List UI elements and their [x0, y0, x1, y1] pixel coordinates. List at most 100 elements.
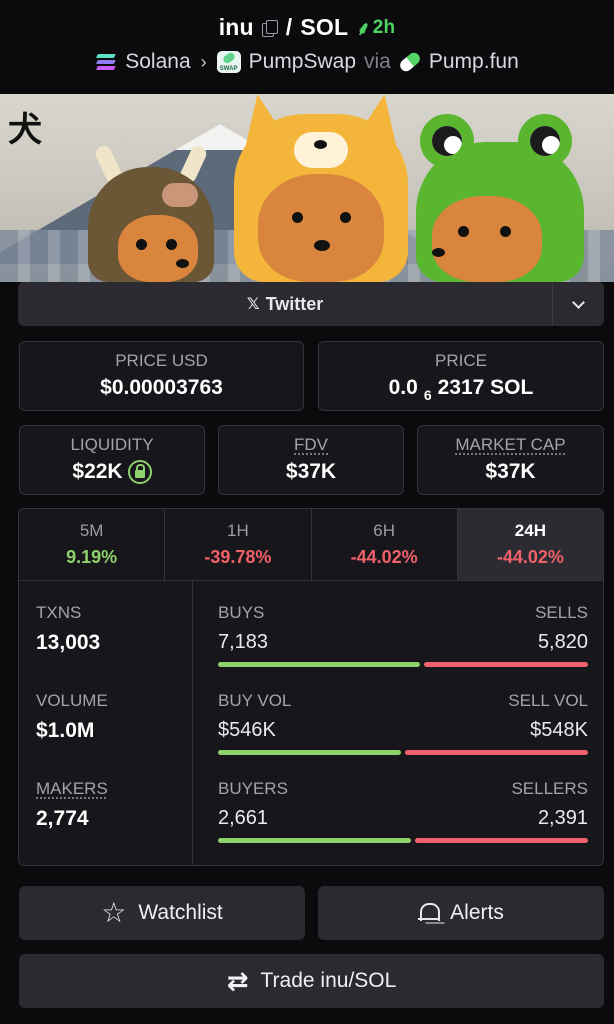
alerts-label: Alerts — [450, 901, 504, 924]
solana-icon — [95, 54, 117, 70]
twitter-button[interactable]: 𝕏 Twitter — [18, 282, 552, 326]
sell-vol-label: SELL VOL — [508, 691, 588, 710]
sellers-value: 2,391 — [537, 807, 588, 829]
trade-button[interactable]: ⇄ Trade inu/SOL — [19, 954, 604, 1008]
tab-5m-change: 9.19% — [66, 547, 118, 567]
frog-hood-dog — [416, 104, 584, 282]
makers-metric: MAKERS 2,774 — [36, 779, 108, 831]
tab-1h-label: 1H — [227, 521, 249, 540]
token-banner: 犬 — [0, 94, 614, 282]
market-cap-card: MARKET CAP $37K — [417, 425, 604, 495]
txns-value: 13,003 — [36, 631, 101, 654]
trade-label: Trade inu/SOL — [260, 969, 397, 992]
pair-age: ⸙ 2h — [356, 15, 395, 41]
sells-value: 5,820 — [537, 631, 588, 653]
dex-link[interactable]: PumpSwap — [249, 50, 356, 74]
tab-5m[interactable]: 5M 9.19% — [19, 509, 166, 580]
sellers-label: SELLERS — [511, 779, 588, 798]
buy-vol-bar-segment — [218, 750, 401, 755]
pair-age-value: 2h — [372, 16, 396, 38]
buyers-bar-segment — [218, 838, 411, 843]
timeframe-tabs: 5M 9.19% 1H -39.78% 6H -44.02% 24H -44.0… — [19, 509, 603, 581]
watchlist-label: Watchlist — [138, 901, 223, 924]
alerts-button[interactable]: Alerts — [318, 886, 604, 940]
price-usd-label: PRICE USD — [115, 351, 208, 370]
twitter-label: Twitter — [265, 293, 324, 314]
price-sol-prefix: 0.0 — [388, 376, 418, 399]
price-usd-card: PRICE USD $0.00003763 — [19, 341, 304, 411]
fdv-card: FDV $37K — [218, 425, 404, 495]
token-symbol: inu — [218, 14, 254, 40]
tab-24h-change: -44.02% — [496, 547, 564, 567]
sells-bar-segment — [424, 662, 588, 667]
banner-kanji: 犬 — [8, 110, 42, 150]
sprout-icon: ⸙ — [356, 18, 371, 40]
liquidity-value-row: $22K — [20, 460, 204, 484]
socials-dropdown-button[interactable] — [552, 282, 604, 326]
quote-symbol: SOL — [300, 14, 349, 40]
buyers-label: BUYERS — [218, 779, 288, 798]
buy-vol-value: $546K — [218, 719, 276, 741]
buys-label: BUYS — [218, 603, 265, 622]
launchpad-link[interactable]: Pump.fun — [429, 50, 519, 74]
tab-24h-label: 24H — [514, 521, 546, 540]
fdv-label[interactable]: FDV — [294, 435, 328, 454]
buyers-ratio-bar — [218, 838, 588, 843]
makers-value: 2,774 — [36, 807, 89, 830]
tab-1h-change: -39.78% — [204, 547, 272, 567]
buys-bar-segment — [218, 662, 421, 667]
sellers-bar-segment — [414, 838, 588, 843]
watchlist-button[interactable]: ☆ Watchlist — [19, 886, 305, 940]
tab-6h[interactable]: 6H -44.02% — [312, 509, 458, 580]
pair-title: inu / SOL ⸙ 2h — [0, 14, 614, 41]
bell-icon — [418, 902, 441, 924]
chevron-right-icon: › — [200, 51, 207, 72]
lock-icon[interactable] — [127, 460, 152, 484]
volume-metric: VOLUME $1.0M — [36, 691, 108, 743]
twitter-link-bar: 𝕏 Twitter — [18, 282, 604, 326]
via-label: via — [364, 50, 391, 73]
makers-label[interactable]: MAKERS — [36, 779, 108, 798]
sells-label: SELLS — [535, 603, 588, 622]
tab-24h[interactable]: 24H -44.02% — [457, 509, 603, 580]
volume-label: VOLUME — [36, 691, 108, 710]
tab-6h-label: 6H — [373, 521, 395, 540]
star-icon: ☆ — [101, 897, 127, 928]
buyers-sellers-row: BUYERS SELLERS 2,661 2,391 — [218, 779, 588, 843]
pair-source: Solana › PumpSwap via Pump.fun — [0, 50, 614, 74]
volume-split-row: BUY VOL SELL VOL $546K $548K — [218, 691, 588, 755]
chain-link[interactable]: Solana — [125, 50, 190, 74]
ox-hood-dog — [88, 137, 214, 282]
tab-6h-change: -44.02% — [350, 547, 418, 567]
sell-vol-value: $548K — [530, 719, 588, 741]
copy-icon[interactable] — [261, 19, 278, 37]
pair-header: inu / SOL ⸙2h Solana › PumpSwap via Pump… — [0, 0, 614, 92]
tab-1h[interactable]: 1H -39.78% — [165, 509, 312, 580]
volume-value: $1.0M — [36, 719, 95, 742]
shiba-hood-dog — [234, 94, 408, 282]
stats-panel: 5M 9.19% 1H -39.78% 6H -44.02% 24H -44.0… — [18, 508, 604, 866]
price-sol-value: 0.0 6 2317 SOL — [319, 376, 603, 403]
liquidity-value: $22K — [72, 460, 123, 483]
chevron-down-icon — [572, 295, 585, 309]
price-sol-label: PRICE — [435, 351, 487, 370]
liquidity-label: LIQUIDITY — [70, 435, 154, 454]
pumpfun-icon — [397, 50, 423, 74]
x-icon: 𝕏 — [246, 296, 260, 313]
txns-metric: TXNS 13,003 — [36, 603, 100, 655]
fdv-value: $37K — [285, 460, 337, 483]
price-sol-card: PRICE 0.0 6 2317 SOL — [318, 341, 604, 411]
market-cap-value: $37K — [485, 460, 536, 483]
market-cap-label[interactable]: MARKET CAP — [455, 435, 565, 454]
buy-vol-label: BUY VOL — [218, 691, 292, 710]
pair-separator: / — [285, 14, 293, 40]
buys-sells-row: BUYS SELLS 7,183 5,820 — [218, 603, 588, 667]
buyers-value: 2,661 — [218, 807, 269, 829]
tab-5m-label: 5M — [79, 521, 104, 540]
sell-vol-bar-segment — [404, 750, 588, 755]
volume-ratio-bar — [218, 750, 588, 755]
liquidity-card: LIQUIDITY $22K — [19, 425, 205, 495]
price-sol-digits: 2317 SOL — [437, 376, 534, 399]
buys-value: 7,183 — [218, 631, 269, 653]
pumpswap-icon — [216, 51, 241, 73]
